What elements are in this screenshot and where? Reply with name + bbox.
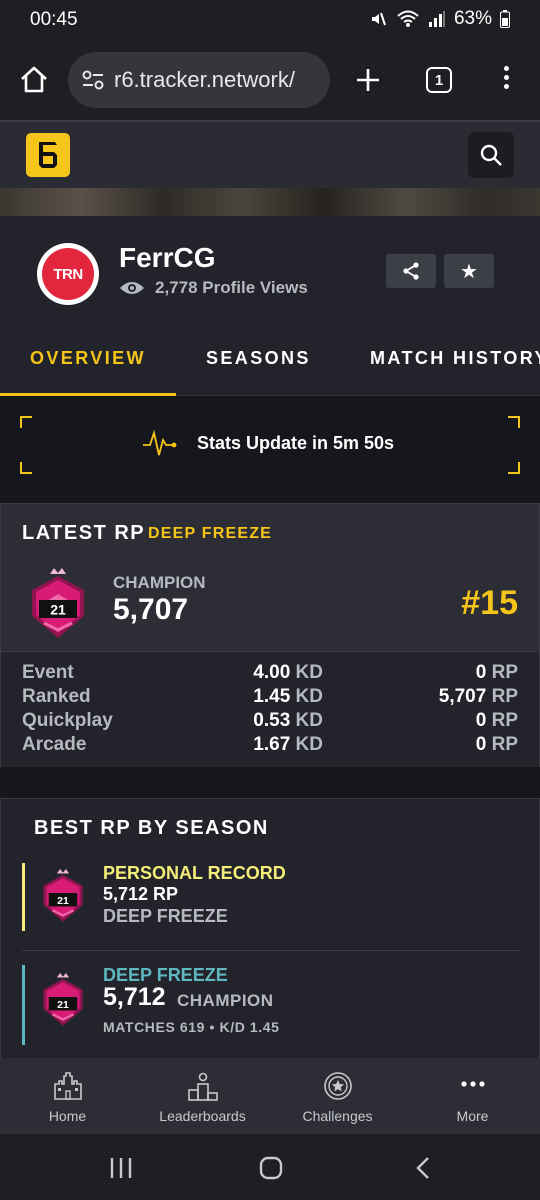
stats-update-text: Stats Update in 5m 50s [197,433,395,453]
browser-menu-icon[interactable] [500,66,512,93]
nav-challenges-label: Challenges [302,1108,373,1124]
season-rp: 5,712 [103,983,166,1011]
star-icon: ★ [460,260,478,283]
share-icon [403,262,419,280]
badge-level: 21 [57,999,69,1011]
champion-rank-icon: 21 [32,568,84,638]
table-row: Event 4.00 KD 0 RP [22,662,518,683]
profile-views: 2,778 Profile Views [119,278,308,298]
latest-rp-title: LATEST RP [22,522,146,544]
record-accent-bar [22,863,25,931]
favorite-button[interactable]: ★ [444,254,494,288]
profile-banner-image [0,188,540,216]
best-rp-card: BEST RP BY SEASON 21 PERSONAL RECORD 5,7… [0,798,540,1058]
latest-rp-season: DEEP FREEZE [148,525,273,542]
home-circle-icon[interactable] [258,1156,284,1180]
champion-rank-icon: 21 [43,869,83,922]
season-meta: MATCHES 619 • K/D 1.45 [103,1019,280,1035]
divider [22,950,520,951]
nav-home[interactable]: Home [0,1058,135,1134]
status-time: 00:45 [30,9,78,30]
table-row: Quickplay 0.53 KD 0 RP [22,710,518,731]
back-icon[interactable] [410,1156,436,1180]
bottom-nav: Home Leaderboards Challenges More [0,1058,540,1134]
castle-icon [53,1072,82,1100]
pulse-icon [143,429,177,456]
badge-level: 21 [57,895,69,907]
rank-name: CHAMPION [113,573,206,592]
browser-toolbar: r6.tracker.network/ 1 [0,40,540,120]
season-rank: CHAMPION [177,991,274,1010]
rank-rp-value: 5,707 [113,593,189,626]
nav-more[interactable]: More [405,1058,540,1134]
badge-level: 21 [50,602,66,618]
personal-record-item[interactable]: 21 PERSONAL RECORD 5,712 RP DEEP FREEZE [22,863,520,931]
leaderboard-position: #15 [461,584,518,622]
battery-icon [500,10,510,28]
signal-icon [428,11,445,27]
nav-challenges[interactable]: Challenges [270,1058,405,1134]
personal-record-season: DEEP FREEZE [103,906,228,926]
nav-more-label: More [456,1108,489,1124]
battery-percent: 63% [453,8,492,29]
profile-tabs: OVERVIEW SEASONS MATCH HISTORY [0,326,540,396]
season-best-item[interactable]: 21 DEEP FREEZE 5,712 CHAMPION MATCHES 61… [22,965,520,1045]
url-text: r6.tracker.network/ [114,67,295,92]
site-header [0,120,540,188]
section-gap [0,767,540,798]
eye-icon [120,282,144,294]
mute-icon [371,12,386,26]
avatar-logo-text: TRN [42,248,94,300]
status-bar: 00:45 63% [0,0,540,40]
recents-icon[interactable] [108,1156,134,1180]
tab-match-history[interactable]: MATCH HISTORY [370,348,540,369]
stats-update-banner: Stats Update in 5m 50s [0,396,540,502]
rp-by-mode-table: Event 4.00 KD 0 RP Ranked 1.45 KD 5,707 … [1,651,539,767]
avatar[interactable]: TRN [37,243,99,305]
best-rp-title: BEST RP BY SEASON [34,817,269,839]
r6-logo[interactable] [26,133,70,177]
profile-views-text: 2,778 Profile Views [155,278,308,297]
new-tab-icon[interactable] [352,64,384,96]
podium-icon [187,1072,218,1101]
username: FerrCG [119,242,216,273]
site-settings-icon[interactable] [82,70,104,90]
tab-seasons[interactable]: SEASONS [206,348,311,369]
champion-rank-icon: 21 [43,973,83,1026]
personal-record-rp: 5,712 RP [103,884,179,904]
profile-header: TRN FerrCG 2,778 Profile Views ★ OVERVIE… [0,216,540,396]
more-dots-icon [460,1081,485,1087]
nav-home-label: Home [48,1108,87,1124]
home-icon[interactable] [18,64,50,96]
table-row: Ranked 1.45 KD 5,707 RP [22,686,518,707]
share-button[interactable] [386,254,436,288]
personal-record-label: PERSONAL RECORD [103,863,286,883]
medal-icon [323,1072,352,1100]
tab-switcher-button[interactable]: 1 [426,67,452,93]
wifi-icon [397,10,419,27]
nav-leaderboards-label: Leaderboards [159,1108,246,1124]
search-icon [480,144,502,166]
latest-rp-card: LATEST RP DEEP FREEZE 21 CHAMPION 5,707 … [0,503,540,767]
nav-leaderboards[interactable]: Leaderboards [135,1058,270,1134]
season-accent-bar [22,965,25,1045]
address-bar[interactable]: r6.tracker.network/ [68,52,330,108]
table-row: Arcade 1.67 KD 0 RP [22,734,518,755]
tab-overview[interactable]: OVERVIEW [30,348,146,369]
system-nav-bar [0,1134,540,1200]
search-button[interactable] [468,132,514,178]
